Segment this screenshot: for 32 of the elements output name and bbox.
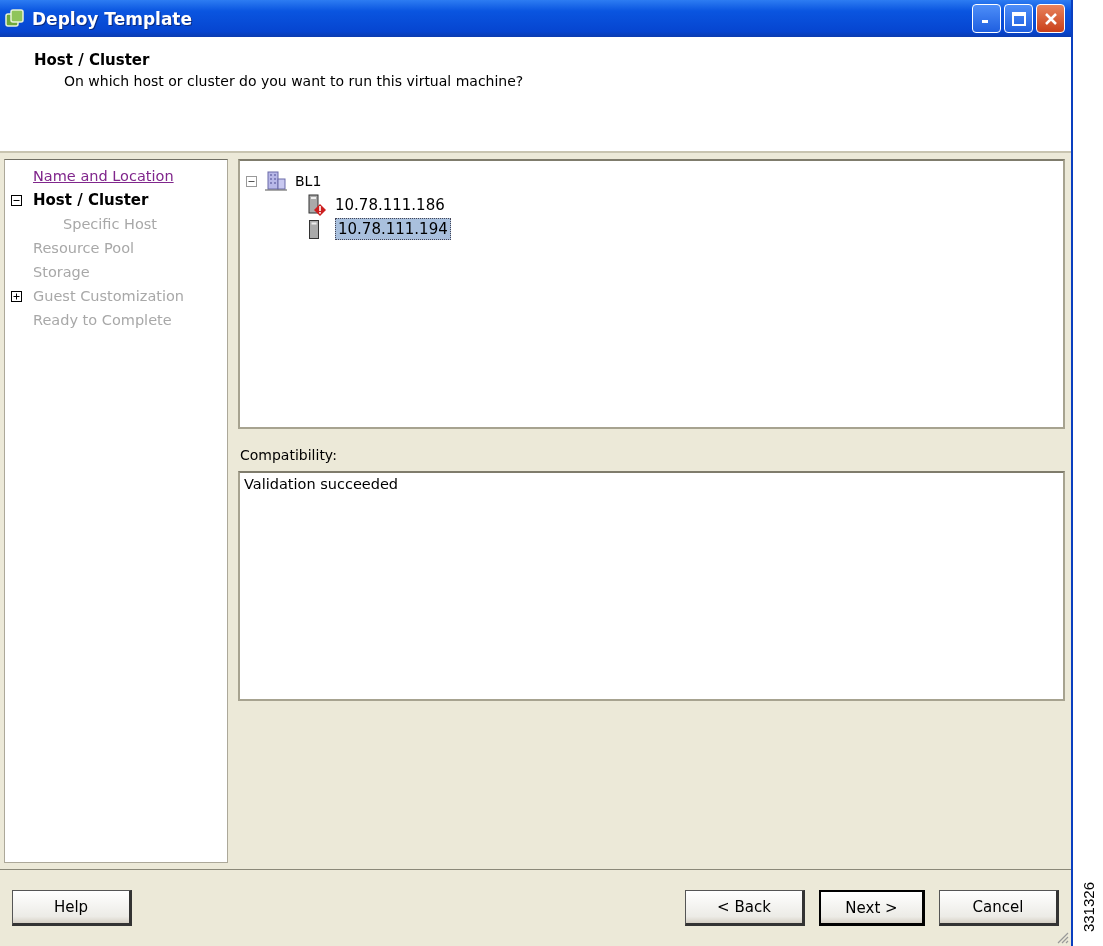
maximize-icon [1011, 11, 1026, 26]
window-title: Deploy Template [32, 8, 193, 29]
step-link[interactable]: Name and Location [33, 168, 174, 184]
help-button[interactable]: Help [12, 890, 132, 926]
close-icon [1043, 11, 1058, 26]
expand-icon[interactable] [11, 290, 22, 302]
host-item[interactable]: 10.78.111.186 [332, 194, 448, 216]
page-heading: Host / Cluster [34, 51, 151, 69]
page-description: On which host or cluster do you want to run this virtual machine? [64, 73, 525, 89]
dialog-button[interactable]: Cancel [939, 890, 1059, 926]
step-label: Host / Cluster [33, 191, 149, 209]
resize-grip-icon[interactable] [1055, 930, 1069, 944]
maximize-button[interactable] [1004, 4, 1033, 33]
building-icon [265, 171, 287, 191]
compatibility-label: Compatibility: [240, 447, 338, 463]
figure-number: 331326 [1079, 881, 1097, 932]
host-item[interactable]: 10.78.111.194 [335, 218, 451, 240]
app-icon [4, 7, 26, 30]
collapse-icon[interactable] [11, 194, 22, 206]
dialog-button[interactable]: < Back [685, 890, 805, 926]
step-label: Storage [33, 264, 90, 280]
step-label: Resource Pool [33, 240, 135, 256]
minimize-button[interactable] [972, 4, 1001, 33]
dialog-button[interactable]: Next > [819, 890, 925, 926]
collapse-icon[interactable] [246, 175, 257, 187]
step-label: Specific Host [63, 216, 158, 232]
cluster-label[interactable]: BL1 [295, 173, 322, 189]
compatibility-message: Validation succeeded [244, 476, 399, 492]
step-label: Ready to Complete [33, 312, 172, 328]
minimize-icon [981, 20, 988, 23]
step-label: Guest Customization [33, 288, 185, 304]
close-button[interactable] [1036, 4, 1065, 33]
